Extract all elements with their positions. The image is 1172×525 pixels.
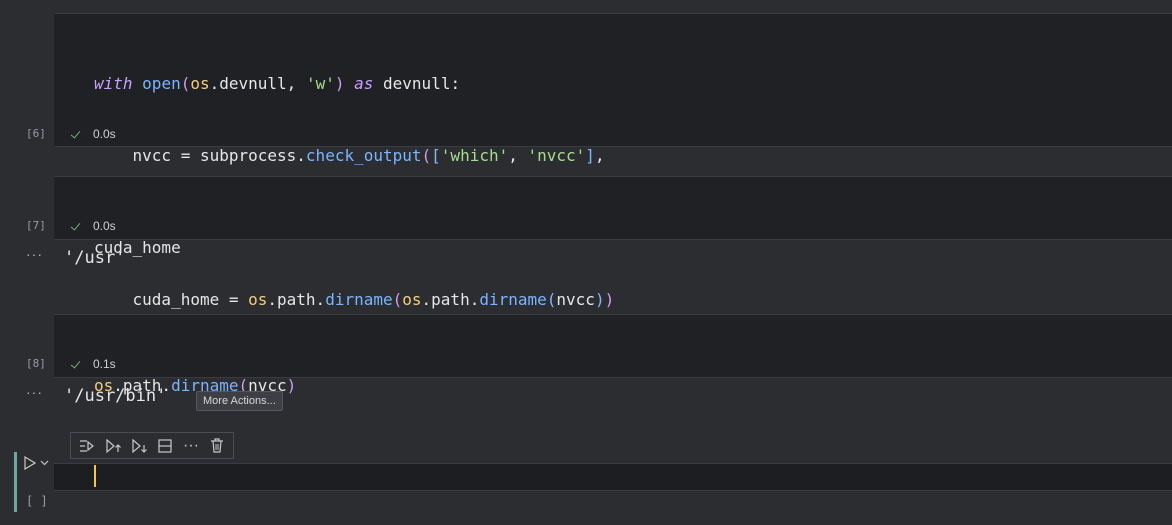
cell-6-editor[interactable]: with open(os.devnull, 'w') as devnull: n… [54,13,1172,309]
delete-cell-icon[interactable] [207,436,227,456]
execution-time: 0.0s [93,127,116,141]
code-line: with open(os.devnull, 'w') as devnull: [94,74,461,93]
execute-below-icon[interactable] [129,436,149,456]
execution-count: [ ] [26,494,48,508]
run-cell-button[interactable] [24,456,49,470]
cell-status: 0.0s [70,219,116,233]
chevron-down-icon[interactable] [40,460,49,466]
run-by-line-icon[interactable] [77,436,97,456]
check-icon [70,359,81,370]
cell-output: '/usr/bin' [64,386,167,406]
active-cell-editor[interactable] [54,463,1172,491]
cell-toolbar: ··· [70,432,234,459]
cell-status: 0.1s [70,357,116,371]
cell-output: '/usr' [64,248,126,268]
execution-time: 0.0s [93,219,116,233]
split-cell-icon[interactable] [155,436,175,456]
notebook: with open(os.devnull, 'w') as devnull: n… [0,0,1172,525]
text-cursor [94,465,96,487]
active-cell-indicator [14,452,17,512]
cell-8-editor[interactable]: os.path.dirname(nvcc) [54,314,1172,395]
execution-count: [8] [26,357,46,370]
output-more-icon[interactable]: ··· [26,384,43,400]
check-icon [70,129,81,140]
execution-count: [6] [26,127,46,140]
check-icon [70,221,81,232]
code-line: cuda_home = os.path.dirname(os.path.dirn… [94,290,615,309]
execution-time: 0.1s [93,357,116,371]
cell-7-editor[interactable]: cuda_home [54,176,1172,257]
play-icon[interactable] [24,456,36,470]
cell-status: 0.0s [70,127,116,141]
execution-count: [7] [26,219,46,232]
execute-above-icon[interactable] [103,436,123,456]
more-actions-tooltip: More Actions... [196,391,283,411]
output-more-icon[interactable]: ··· [26,246,43,262]
code-line: nvcc = subprocess.check_output(['which',… [94,146,605,165]
more-actions-icon[interactable]: ··· [181,436,201,456]
